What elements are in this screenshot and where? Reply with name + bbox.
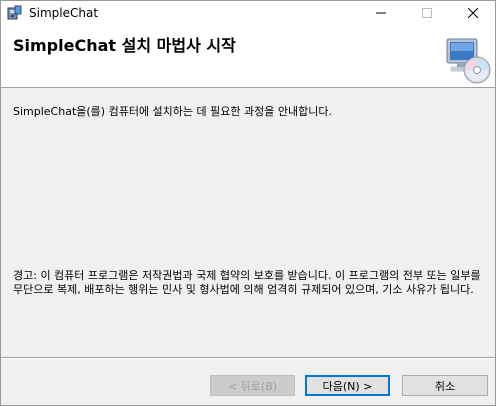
copyright-warning: 경고: 이 컴퓨터 프로그램은 저작권법과 국제 협약의 보호를 받습니다. 이… (13, 269, 481, 296)
close-icon (468, 8, 478, 18)
maximize-button[interactable] (404, 1, 450, 25)
maximize-icon (422, 8, 432, 18)
minimize-icon (376, 12, 386, 14)
intro-text: SimpleChat을(를) 컴퓨터에 설치하는 데 필요한 과정을 안내합니다… (13, 105, 332, 118)
page-title: SimpleChat 설치 마법사 시작 (13, 36, 236, 55)
footer-divider (1, 357, 495, 359)
next-button[interactable]: 다음(N) > (305, 375, 390, 396)
cancel-button[interactable]: 취소 (402, 375, 488, 396)
minimize-button[interactable] (358, 1, 404, 25)
header-banner: SimpleChat 설치 마법사 시작 (1, 25, 495, 88)
back-button[interactable]: < 뒤로(B) (210, 375, 295, 396)
installer-app-icon (7, 5, 23, 21)
installer-window: SimpleChat SimpleChat 설치 마법사 시작 SimpleCh… (0, 0, 496, 406)
window-title: SimpleChat (29, 6, 99, 20)
close-button[interactable] (450, 1, 496, 25)
computer-cd-icon (443, 37, 493, 85)
title-bar: SimpleChat (1, 1, 495, 25)
